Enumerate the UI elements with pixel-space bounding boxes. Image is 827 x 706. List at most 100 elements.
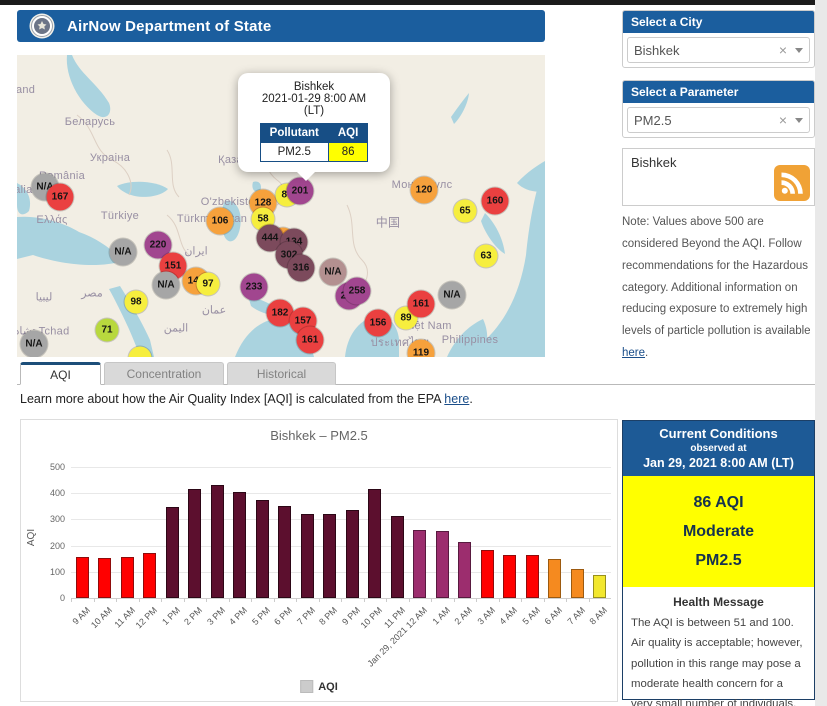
chart-xtick-label: 2 PM [183, 605, 205, 627]
chart-bar[interactable] [256, 500, 269, 598]
rss-icon[interactable] [774, 165, 810, 201]
chart-bar[interactable] [278, 506, 291, 598]
chart-gridline [71, 493, 611, 494]
clear-parameter-icon[interactable]: × [779, 112, 787, 128]
chart-gridline [71, 467, 611, 468]
health-message-title: Health Message [631, 595, 806, 609]
chart-bar[interactable] [211, 485, 224, 598]
parameter-select-widget: Select a Parameter PM2.5 × [622, 80, 815, 138]
aqi-map-marker[interactable]: 98 [125, 291, 148, 314]
chart-bar[interactable] [526, 555, 539, 598]
tab-concentration[interactable]: Concentration [104, 362, 224, 385]
chart-bar[interactable] [98, 558, 111, 598]
aqi-map-marker[interactable]: 120 [411, 177, 438, 204]
chart-xtick-label: 1 AM [430, 605, 452, 627]
chart-xtick [409, 598, 410, 602]
current-aqi-category: Moderate [623, 517, 814, 546]
parameter-select-header: Select a Parameter [623, 81, 814, 103]
aqi-map-marker[interactable]: 156 [365, 310, 392, 337]
tab-historical[interactable]: Historical [227, 362, 336, 385]
chart-ytick-label: 400 [29, 488, 65, 498]
chart-bar[interactable] [166, 507, 179, 598]
current-conditions-header: Current Conditions observed at Jan 29, 2… [623, 421, 814, 476]
note-suffix: . [645, 347, 648, 359]
city-select-widget: Select a City Bishkek × [622, 10, 815, 68]
chart-xtick [116, 598, 117, 602]
aqi-map-marker[interactable]: 71 [96, 319, 119, 342]
chart-xtick [139, 598, 140, 602]
chart-bar[interactable] [121, 557, 134, 598]
aqi-map-marker[interactable] [129, 347, 152, 358]
chart-bar[interactable] [143, 553, 156, 598]
aqi-map-marker[interactable]: N/A [439, 282, 466, 309]
chart-xtick-label: 10 AM [89, 605, 114, 630]
chart-bar[interactable] [458, 542, 471, 598]
aqi-map-marker[interactable]: 97 [197, 273, 220, 296]
aqi-map-marker[interactable]: 167 [47, 184, 74, 211]
aqi-map[interactable]: DeutschlandБеларусьУкраінаRomâniaItaliaΕ… [17, 55, 545, 357]
chart-bar[interactable] [571, 569, 584, 598]
popup-pollutant-value: PM2.5 [260, 143, 328, 162]
aqi-map-marker[interactable]: N/A [153, 272, 180, 299]
chart-bar[interactable] [503, 555, 516, 598]
chart-bar[interactable] [323, 514, 336, 598]
chevron-down-icon[interactable] [795, 48, 803, 53]
note-text: Note: Values above 500 are considered Be… [622, 212, 817, 365]
observed-at-label: observed at [623, 443, 814, 454]
app-title: AirNow Department of State [67, 18, 271, 35]
chart-bar[interactable] [593, 575, 606, 598]
chart-bar[interactable] [301, 514, 314, 598]
city-select-header: Select a City [623, 11, 814, 33]
aqi-map-marker[interactable]: 119 [408, 340, 435, 358]
learn-more-suffix: . [469, 392, 472, 406]
chart-bar[interactable] [481, 550, 494, 598]
aqi-map-marker[interactable]: 161 [297, 327, 324, 354]
chart-xtick-label: 6 PM [273, 605, 295, 627]
chart-bar[interactable] [548, 559, 561, 598]
clear-city-icon[interactable]: × [779, 42, 787, 58]
chart-bar[interactable] [233, 492, 246, 598]
observed-datetime: Jan 29, 2021 8:00 AM (LT) [623, 456, 814, 470]
parameter-select[interactable]: PM2.5 × [627, 107, 810, 133]
chart-bar[interactable] [436, 531, 449, 598]
chart-xtick-label: 10 PM [359, 605, 384, 630]
top-window-strip [0, 0, 827, 5]
chevron-down-icon[interactable] [795, 118, 803, 123]
chart-bar[interactable] [188, 489, 201, 598]
aqi-map-marker[interactable]: 65 [454, 200, 477, 223]
aqi-map-marker[interactable]: N/A [110, 239, 137, 266]
current-conditions-title: Current Conditions [623, 426, 814, 441]
chart-legend[interactable]: AQI [300, 680, 338, 693]
aqi-map-marker[interactable]: 106 [207, 208, 234, 235]
map-popup: Bishkek 2021-01-29 8:00 AM (LT) Pollutan… [238, 73, 390, 172]
popup-pollutant-header: Pollutant [260, 124, 328, 143]
chart-bar[interactable] [346, 510, 359, 598]
learn-more-link[interactable]: here [444, 392, 469, 406]
page: AirNow Department of State [0, 0, 827, 706]
tab-aqi[interactable]: AQI [20, 362, 101, 385]
rss-feed-box: Bishkek [622, 148, 815, 206]
aqi-map-marker[interactable]: 233 [241, 274, 268, 301]
aqi-map-marker[interactable]: 316 [288, 255, 315, 282]
aqi-map-marker[interactable]: 258 [344, 278, 371, 305]
city-select[interactable]: Bishkek × [627, 37, 810, 63]
chart-bar[interactable] [413, 530, 426, 598]
chart-bar[interactable] [391, 516, 404, 598]
chart-gridline [71, 519, 611, 520]
chart-xtick [94, 598, 95, 602]
note-link[interactable]: here [622, 347, 645, 359]
chart-bar[interactable] [76, 557, 89, 598]
chart-xtick-label: 7 AM [565, 605, 587, 627]
aqi-map-marker[interactable]: 63 [475, 245, 498, 268]
health-message-text: The AQI is between 51 and 100. Air quali… [631, 613, 806, 706]
chart-plot [71, 467, 611, 598]
aqi-map-marker[interactable]: 160 [482, 188, 509, 215]
chart-xtick [341, 598, 342, 602]
chart-bar[interactable] [368, 489, 381, 598]
aqi-map-marker[interactable]: N/A [21, 331, 48, 358]
aqi-map-marker[interactable]: 161 [408, 291, 435, 318]
chart-xtick-label: 6 AM [543, 605, 565, 627]
aqi-map-marker[interactable]: 201 [287, 178, 314, 205]
chart-xtick-label: 5 AM [520, 605, 542, 627]
aqi-map-marker[interactable]: N/A [320, 259, 347, 286]
